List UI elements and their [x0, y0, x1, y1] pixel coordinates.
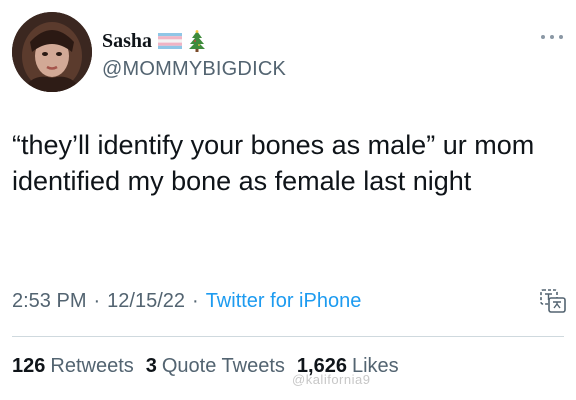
avatar-image — [12, 12, 92, 92]
watermark: @kalifornia9 — [292, 372, 371, 387]
transgender-flag-icon — [158, 33, 183, 49]
display-name[interactable]: Sasha — [102, 30, 152, 53]
quote-tweets-count: 3 — [145, 355, 157, 377]
meta-separator: · — [93, 290, 101, 312]
more-options-icon[interactable] — [538, 30, 566, 42]
divider — [12, 336, 564, 337]
retweets-count: 126 — [12, 355, 46, 377]
quote-tweets-stat[interactable]: 3 Quote Tweets — [146, 355, 285, 378]
quote-tweets-label: Quote Tweets — [161, 355, 285, 377]
meta-separator: · — [192, 290, 199, 312]
retweets-stat[interactable]: 126 Retweets — [12, 355, 134, 378]
author-handle[interactable]: @MOMMYBIGDICK — [102, 58, 286, 81]
tweet-meta: 2:53 PM · 12/15/22 · Twitter for iPhone — [12, 290, 361, 313]
tweet-date[interactable]: 12/15/22 — [107, 290, 185, 313]
tweet-source-link[interactable]: Twitter for iPhone — [206, 290, 362, 313]
avatar[interactable] — [12, 12, 92, 92]
translate-icon[interactable] — [538, 286, 568, 316]
christmas-tree-icon — [188, 30, 206, 52]
tweet-card: Sasha @MOMMYBIGDICK “they’ll identify yo… — [0, 0, 576, 400]
tweet-text: “they’ll identify your bones as male” ur… — [12, 130, 542, 196]
tweet-time[interactable]: 2:53 PM — [12, 290, 86, 313]
author-name-row[interactable]: Sasha — [102, 30, 206, 52]
retweets-label: Retweets — [50, 355, 134, 377]
